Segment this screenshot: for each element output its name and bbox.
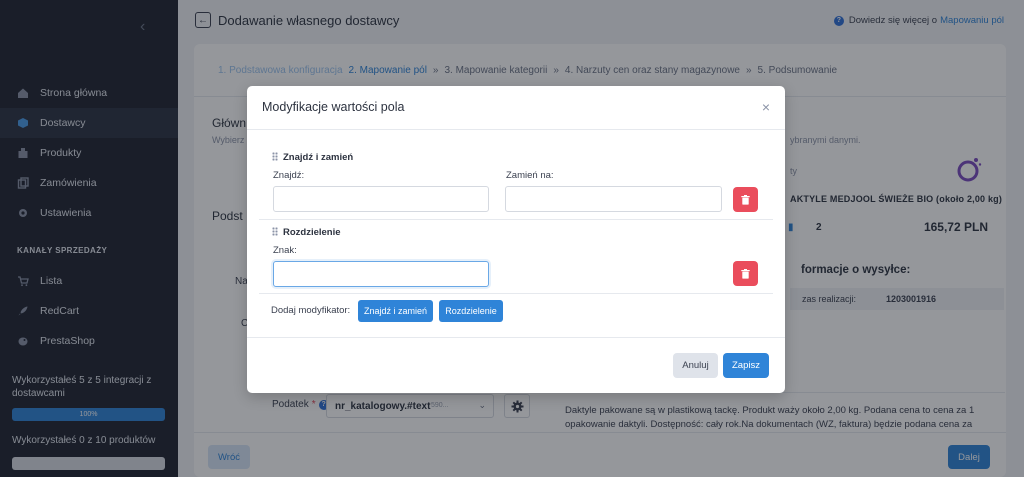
drag-handle-icon[interactable] — [272, 152, 278, 161]
field-modifiers-modal: Modyfikacje wartości pola × Znajdź i zam… — [247, 86, 785, 393]
find-input[interactable] — [273, 186, 489, 212]
delete-find-replace-button[interactable] — [733, 187, 758, 212]
add-modifier-label: Dodaj modyfikator: — [271, 305, 351, 316]
char-label: Znak: — [273, 245, 297, 256]
add-find-replace-button[interactable]: Znajdź i zamień — [358, 300, 433, 322]
divider — [259, 293, 773, 294]
split-title-text: Rozdzielenie — [283, 227, 341, 238]
find-label: Znajdź: — [273, 170, 305, 181]
drag-handle-icon[interactable] — [272, 227, 278, 236]
divider — [247, 129, 785, 130]
save-button[interactable]: Zapisz — [723, 353, 769, 378]
divider — [259, 219, 773, 220]
split-char-input[interactable] — [273, 261, 489, 287]
add-split-button[interactable]: Rozdzielenie — [439, 300, 503, 322]
split-title: Rozdzielenie — [272, 227, 341, 238]
modal-title: Modyfikacje wartości pola — [262, 100, 405, 114]
trash-icon — [741, 268, 750, 279]
divider — [247, 337, 785, 338]
delete-split-button[interactable] — [733, 261, 758, 286]
close-icon[interactable]: × — [762, 99, 770, 115]
find-replace-title: Znajdź i zamień — [272, 152, 353, 163]
replace-label: Zamień na: — [506, 170, 554, 181]
replace-input[interactable] — [505, 186, 722, 212]
find-replace-title-text: Znajdź i zamień — [283, 152, 354, 163]
trash-icon — [741, 194, 750, 205]
cancel-button[interactable]: Anuluj — [673, 353, 718, 378]
